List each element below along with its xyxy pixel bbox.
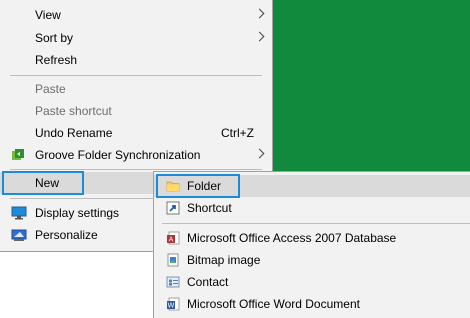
submenu-item-word-document[interactable]: W Microsoft Office Word Document (154, 293, 470, 315)
menu-item-label: View (35, 8, 61, 22)
chevron-right-icon (254, 8, 265, 19)
menu-item-label: Undo Rename (35, 126, 113, 140)
submenu-item-label: Microsoft Office Word Document (187, 297, 360, 311)
menu-item-label: Refresh (35, 53, 78, 67)
menu-item-paste-shortcut[interactable]: Paste shortcut (0, 100, 272, 122)
bitmap-image-icon (167, 253, 179, 267)
submenu-item-label: Shortcut (187, 201, 232, 215)
menu-separator (10, 169, 262, 170)
submenu-item-folder[interactable]: Folder (154, 175, 470, 197)
submenu-item-access-database[interactable]: A Microsoft Office Access 2007 Database (154, 227, 470, 249)
menu-item-paste[interactable]: Paste (0, 78, 272, 100)
menu-item-label: Paste shortcut (35, 104, 112, 118)
contact-icon (166, 276, 180, 288)
groove-sync-icon (12, 149, 24, 160)
display-monitor-icon (11, 206, 27, 220)
menu-item-label: Personalize (35, 228, 98, 242)
menu-item-label: New (35, 176, 60, 190)
word-document-icon: W (167, 297, 180, 311)
shortcut-key-hint: Ctrl+Z (221, 126, 254, 140)
chevron-right-icon (254, 31, 265, 42)
menu-item-sort-by[interactable]: Sort by (0, 27, 272, 49)
menu-item-label: Paste (35, 82, 66, 96)
submenu-item-contact[interactable]: Contact (154, 271, 470, 293)
menu-item-label: Sort by (35, 31, 74, 45)
submenu-item-label: Folder (187, 179, 222, 193)
menu-item-refresh[interactable]: Refresh (0, 49, 272, 71)
folder-icon (166, 181, 180, 192)
menu-separator (10, 75, 262, 76)
submenu-item-label: Bitmap image (187, 253, 261, 267)
menu-item-view[interactable]: View (0, 4, 272, 26)
submenu-item-label: Contact (187, 275, 229, 289)
submenu-item-bitmap-image[interactable]: Bitmap image (154, 249, 470, 271)
personalize-icon (11, 229, 27, 241)
svg-text:W: W (168, 302, 175, 310)
menu-item-groove-sync[interactable]: Groove Folder Synchronization (0, 144, 272, 166)
submenu-separator (162, 223, 470, 224)
chevron-right-icon (254, 148, 265, 159)
access-database-icon: A (167, 231, 180, 245)
menu-item-label: Display settings (35, 206, 120, 220)
menu-item-undo-rename[interactable]: Undo Rename Ctrl+Z (0, 122, 272, 144)
shortcut-icon (166, 201, 180, 215)
submenu-item-label: Microsoft Office Access 2007 Database (187, 231, 397, 245)
svg-text:A: A (169, 236, 174, 244)
submenu-item-shortcut[interactable]: Shortcut (154, 197, 470, 219)
new-submenu: Folder Shortcut A Microsoft Office Acces… (153, 171, 470, 318)
menu-item-label: Groove Folder Synchronization (35, 148, 201, 162)
